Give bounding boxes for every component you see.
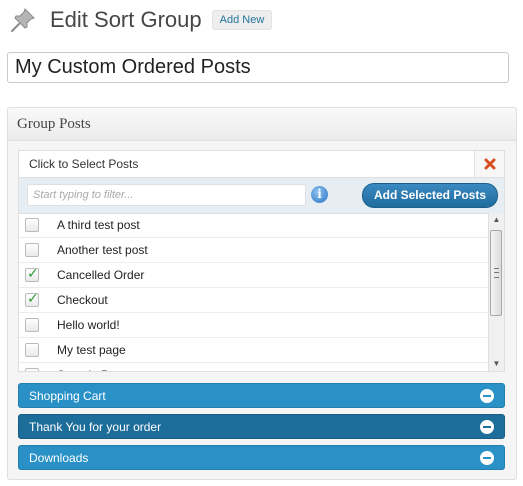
post-title: A third test post: [57, 218, 140, 232]
post-title: Hello world!: [57, 318, 120, 332]
post-title: Cancelled Order: [57, 268, 145, 282]
pushpin-icon: [8, 5, 38, 35]
minus-circle-icon[interactable]: [480, 451, 494, 465]
selected-item-bar[interactable]: Downloads: [18, 445, 505, 470]
post-checkbox[interactable]: [25, 218, 39, 232]
post-checkbox[interactable]: [25, 318, 39, 332]
scrollbar-thumb[interactable]: [490, 230, 502, 316]
post-row[interactable]: Hello world!: [19, 313, 489, 338]
selected-item-label: Downloads: [29, 451, 89, 465]
post-row[interactable]: A third test post: [19, 213, 489, 238]
post-title: Another test post: [57, 243, 148, 257]
post-selector-header[interactable]: Click to Select Posts: [19, 151, 504, 178]
filter-input[interactable]: [27, 184, 306, 206]
selected-item-label: Thank You for your order: [29, 420, 162, 434]
scroll-up-arrow-icon[interactable]: ▲: [489, 213, 504, 227]
post-row[interactable]: Another test post: [19, 238, 489, 263]
post-checkbox[interactable]: [25, 266, 39, 282]
post-row[interactable]: Cancelled Order: [19, 263, 489, 288]
post-list-scrollbar[interactable]: ▲ ▼: [488, 213, 504, 371]
post-selector-heading: Click to Select Posts: [29, 157, 139, 171]
post-selector: Click to Select Posts i Add Selected Pos…: [18, 150, 505, 372]
post-checkbox[interactable]: [25, 343, 39, 357]
post-checkbox[interactable]: [25, 243, 39, 257]
selected-item-bar[interactable]: Thank You for your order: [18, 414, 505, 439]
post-checkbox[interactable]: [25, 291, 39, 307]
post-list: A third test post Another test post Cancel…: [19, 213, 489, 371]
scroll-down-arrow-icon[interactable]: ▼: [489, 357, 504, 371]
minus-circle-icon[interactable]: [480, 420, 494, 434]
post-title: Sample Page: [57, 368, 129, 371]
selected-item-label: Shopping Cart: [29, 389, 106, 403]
minus-circle-icon[interactable]: [480, 389, 494, 403]
selected-item-bar[interactable]: Shopping Cart: [18, 383, 505, 408]
post-title: My test page: [57, 343, 126, 357]
info-icon[interactable]: i: [311, 186, 328, 203]
post-row[interactable]: My test page: [19, 338, 489, 363]
group-posts-title: Group Posts: [8, 108, 516, 141]
close-icon[interactable]: [474, 151, 504, 177]
post-row[interactable]: Sample Page: [19, 363, 489, 371]
page-title: Edit Sort Group: [50, 7, 202, 32]
add-new-button[interactable]: Add New: [211, 10, 273, 30]
add-selected-posts-button[interactable]: Add Selected Posts: [361, 183, 498, 208]
filter-bar: i Add Selected Posts: [19, 178, 504, 214]
group-title-input[interactable]: [7, 52, 509, 83]
group-posts-box: Group Posts Click to Select Posts i Add …: [7, 107, 517, 480]
post-title: Checkout: [57, 293, 108, 307]
post-row[interactable]: Checkout: [19, 288, 489, 313]
post-checkbox[interactable]: [25, 368, 39, 371]
page-header: Edit Sort Group Add New: [8, 4, 273, 36]
